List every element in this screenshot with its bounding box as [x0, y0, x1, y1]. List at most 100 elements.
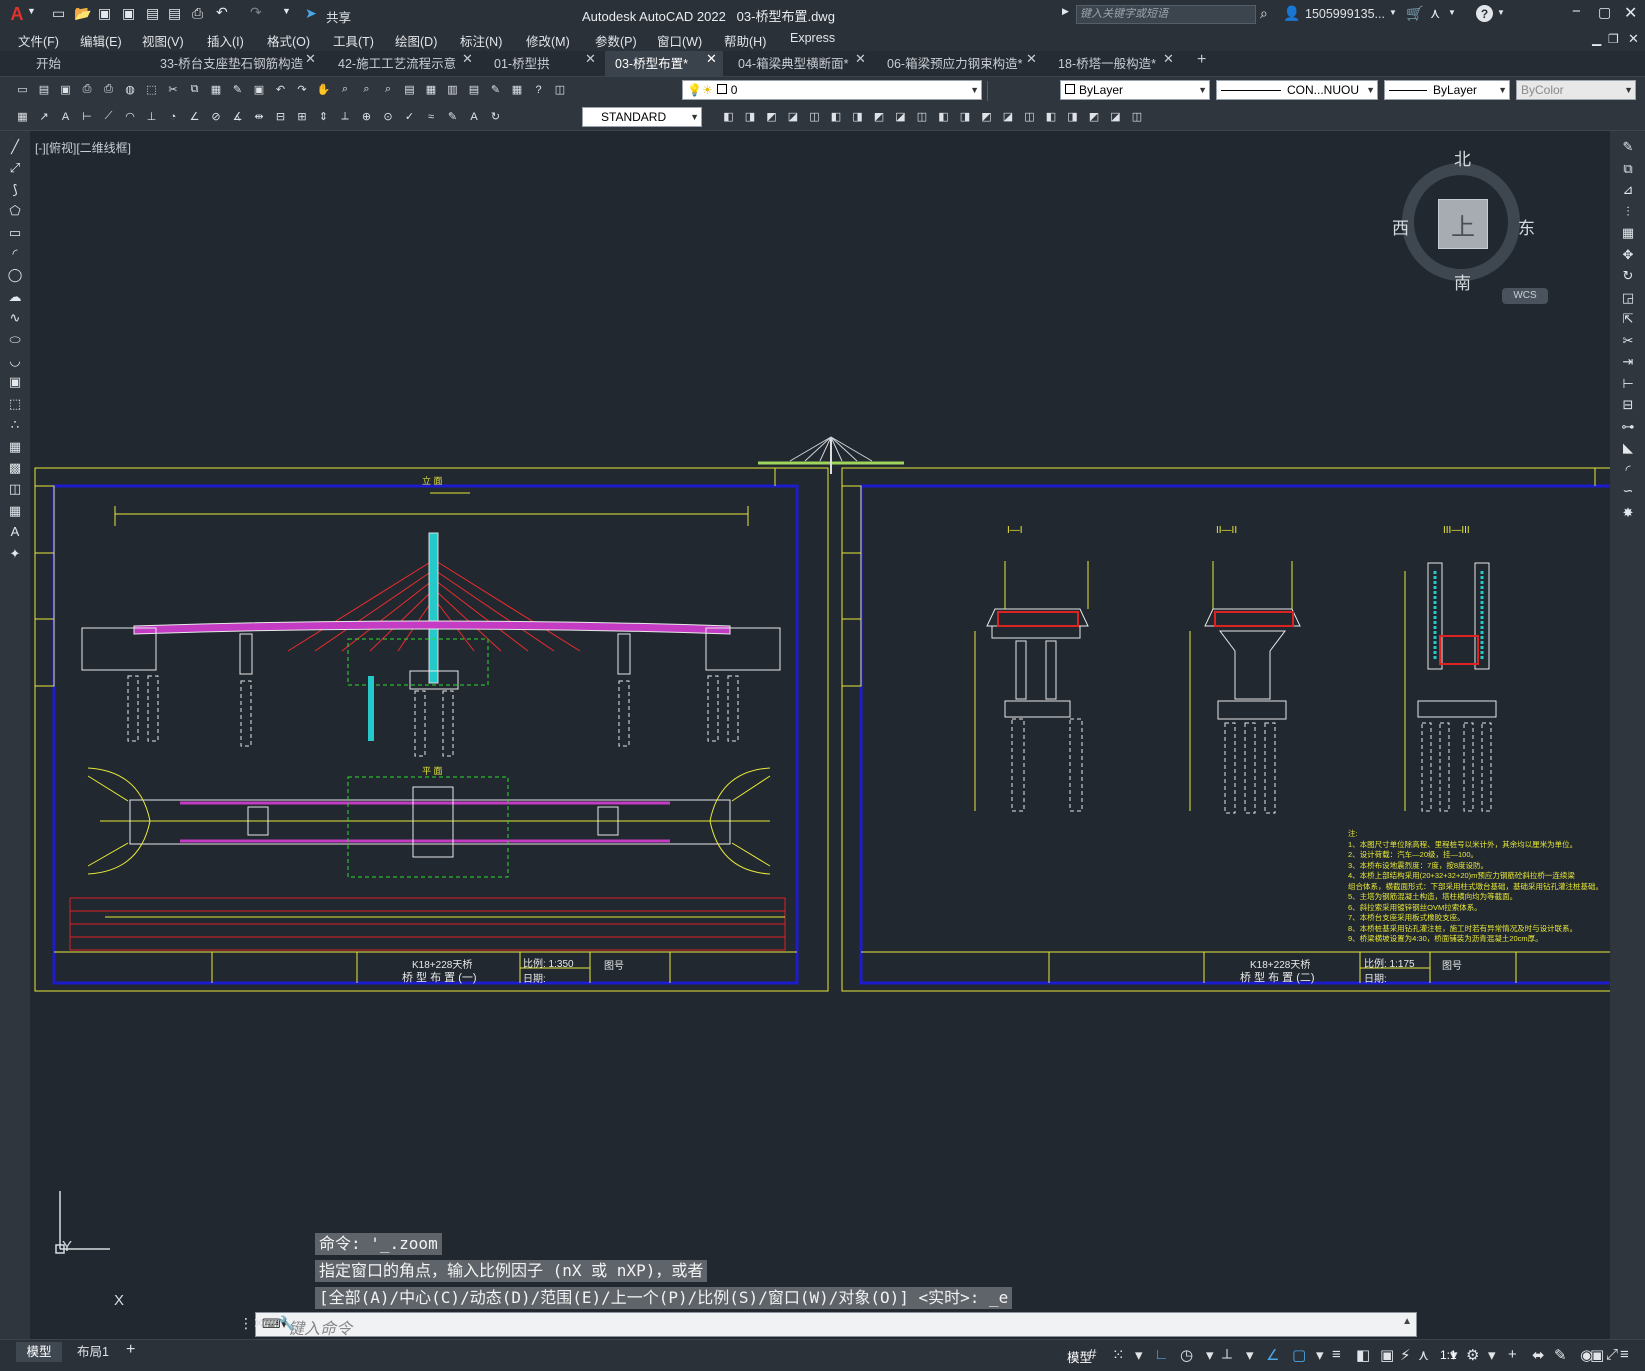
annotation-monitor-icon[interactable]: +: [1508, 1346, 1517, 1363]
circle-icon[interactable]: ◯: [7, 267, 23, 283]
rotate-icon[interactable]: ↻: [1620, 268, 1636, 284]
save-icon[interactable]: ▣: [98, 5, 111, 22]
snap-icon[interactable]: ⁙: [1112, 1346, 1125, 1364]
layer-on-icon[interactable]: ◩: [978, 108, 995, 125]
arc-icon[interactable]: ◜: [7, 246, 23, 262]
angular-dim-icon[interactable]: ∡: [229, 108, 246, 125]
lineweight-icon[interactable]: ≡: [1332, 1346, 1341, 1363]
dim-break-icon[interactable]: ⟂: [337, 108, 354, 125]
copy-object-icon[interactable]: ⧉: [1620, 161, 1636, 177]
ordinate-dim-icon[interactable]: ⊥: [143, 108, 160, 125]
osnap-chevron-icon[interactable]: ▾: [1316, 1346, 1324, 1364]
doc-restore-icon[interactable]: ❐: [1608, 32, 1619, 46]
publish-icon[interactable]: ◍: [122, 81, 139, 98]
tab-close-icon[interactable]: ✕: [585, 51, 596, 67]
properties-icon[interactable]: ▤: [401, 81, 418, 98]
transparency-icon[interactable]: ◧: [1356, 1346, 1370, 1364]
array-icon[interactable]: ▦: [1620, 225, 1636, 241]
polyline-icon[interactable]: ⟆: [7, 182, 23, 198]
layer-walk-icon[interactable]: ◨: [849, 108, 866, 125]
linear-dim-icon[interactable]: ⊢: [79, 108, 96, 125]
tool-palettes-icon[interactable]: ▥: [444, 81, 461, 98]
search-icon[interactable]: ⌕: [1260, 5, 1268, 22]
fullscreen-icon[interactable]: ⤢: [1606, 1346, 1618, 1363]
copy-icon[interactable]: ⧉: [186, 81, 203, 98]
offset-icon[interactable]: ⫶: [1620, 204, 1636, 220]
units-icon[interactable]: ⬌: [1532, 1346, 1545, 1364]
pan-icon[interactable]: ✋: [315, 81, 332, 98]
tab-close-icon[interactable]: ✕: [462, 51, 473, 67]
app-chevron-icon[interactable]: ▼: [1448, 8, 1456, 17]
layer-merge-icon[interactable]: ◪: [892, 108, 909, 125]
tb-leader-icon[interactable]: ↗: [36, 108, 53, 125]
command-grip-icon[interactable]: ⋮✕: [239, 1315, 265, 1332]
qnew-icon[interactable]: ▭: [14, 81, 31, 98]
hatch-icon[interactable]: ▦: [7, 439, 23, 455]
polar-icon[interactable]: ◷: [1180, 1346, 1193, 1364]
menu-format[interactable]: 格式(O): [267, 31, 310, 50]
fillet-icon[interactable]: ◜: [1620, 462, 1636, 478]
make-block-icon[interactable]: ⬚: [7, 396, 23, 412]
close-icon[interactable]: ✕: [1624, 3, 1637, 23]
spline-icon[interactable]: ∿: [7, 310, 23, 326]
gradient-icon[interactable]: ▩: [7, 460, 23, 476]
tab-close-icon[interactable]: ✕: [1026, 51, 1037, 67]
aligned-dim-icon[interactable]: ⟋: [100, 108, 117, 125]
snap-chevron-icon[interactable]: ▾: [1135, 1346, 1143, 1364]
add-layout-icon[interactable]: +: [126, 1341, 135, 1359]
cut-icon[interactable]: ✂: [165, 81, 182, 98]
zoom-window-icon[interactable]: ⌕: [358, 81, 375, 98]
erase-icon[interactable]: ✎: [1620, 139, 1636, 155]
scale-icon[interactable]: ◲: [1620, 290, 1636, 306]
break-icon[interactable]: ⊟: [1620, 397, 1636, 413]
menu-tools[interactable]: 工具(T): [333, 31, 374, 50]
redo-icon[interactable]: ↷: [294, 81, 311, 98]
layout-tab-model[interactable]: 模型: [16, 1342, 62, 1362]
autodesk-app-icon[interactable]: ⋏: [1430, 5, 1440, 22]
3dprint-icon[interactable]: ⬚: [143, 81, 160, 98]
layer-match-icon[interactable]: ◧: [828, 108, 845, 125]
ellipse-arc-icon[interactable]: ◡: [7, 353, 23, 369]
revcloud-icon[interactable]: ☁: [7, 289, 23, 305]
tab-drawing-18[interactable]: 18-桥塔一般构造*: [1048, 51, 1178, 77]
chamfer-icon[interactable]: ◣: [1620, 440, 1636, 456]
zoom-realtime-icon[interactable]: ⌕: [337, 81, 354, 98]
maximize-icon[interactable]: ▢: [1598, 4, 1611, 21]
doc-minimize-icon[interactable]: ▁: [1592, 32, 1601, 46]
point-icon[interactable]: ∴: [7, 417, 23, 433]
radius-dim-icon[interactable]: ◔: [165, 108, 182, 125]
inspection-icon[interactable]: ✓: [401, 108, 418, 125]
command-settings-icon[interactable]: 🔧: [278, 1315, 295, 1332]
search-input[interactable]: 键入关键字或短语: [1076, 5, 1256, 24]
diameter-dim-icon[interactable]: ⊘: [208, 108, 225, 125]
textstyle-dropdown[interactable]: STANDARD ▼: [582, 107, 702, 127]
design-center-icon[interactable]: ▦: [423, 81, 440, 98]
paste-icon[interactable]: ▦: [208, 81, 225, 98]
user-icon[interactable]: 👤: [1283, 5, 1300, 22]
undo-icon[interactable]: ↶: [216, 4, 228, 21]
quick-access-chevron-icon[interactable]: ▼: [282, 6, 291, 16]
annotation-visibility-icon[interactable]: ⚡: [1400, 1346, 1411, 1364]
help-icon[interactable]: ?: [530, 81, 547, 98]
selection-cycling-icon[interactable]: ▣: [1380, 1346, 1394, 1364]
share-label[interactable]: 共享: [326, 7, 351, 26]
menu-draw[interactable]: 绘图(D): [395, 31, 437, 50]
baseline-dim-icon[interactable]: ⊟: [272, 108, 289, 125]
dim-edit-icon[interactable]: ✎: [444, 108, 461, 125]
auto-scale-icon[interactable]: ⋏: [1418, 1346, 1429, 1364]
menu-dimension[interactable]: 标注(N): [460, 31, 502, 50]
mirror-icon[interactable]: ⊿: [1620, 182, 1636, 198]
web-save-icon[interactable]: ▤: [168, 5, 181, 22]
layer-thaw-icon[interactable]: ◨: [957, 108, 974, 125]
quickcalc-icon[interactable]: ▦: [509, 81, 526, 98]
layer-off-icon[interactable]: ◩: [763, 108, 780, 125]
layer-cur-icon[interactable]: ◩: [1086, 108, 1103, 125]
line-tool-icon[interactable]: ╱: [7, 139, 23, 155]
tolerance-icon[interactable]: ⊕: [358, 108, 375, 125]
save-as-icon[interactable]: ▣: [122, 5, 135, 22]
tab-start[interactable]: 开始: [26, 51, 146, 77]
redo-icon[interactable]: ↷: [250, 4, 262, 21]
insert-block-icon[interactable]: ▣: [7, 374, 23, 390]
layer-state-icon[interactable]: ◫: [1021, 108, 1038, 125]
construction-line-icon[interactable]: ⤢: [7, 160, 23, 176]
